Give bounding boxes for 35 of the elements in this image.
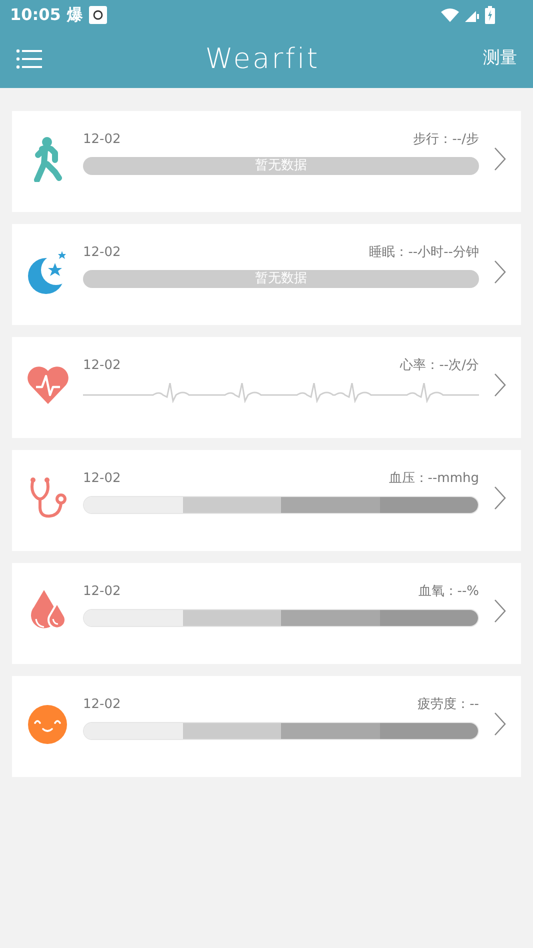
- chevron-right-icon: [494, 147, 506, 171]
- health-card[interactable]: 12-02 疲劳度：--: [12, 676, 521, 777]
- chevron-right-icon: [494, 712, 506, 736]
- stethoscope-icon: [28, 477, 68, 519]
- card-date: 12-02: [83, 470, 121, 488]
- app-notification-icon: [88, 6, 107, 24]
- card-date: 12-02: [83, 357, 121, 376]
- chevron-right-icon: [494, 486, 506, 510]
- wifi-icon: [441, 8, 459, 22]
- chevron-right-icon: [494, 260, 506, 284]
- card-reading: 睡眠：--小时--分钟: [369, 244, 479, 262]
- health-card[interactable]: 12-02 心率：--次/分: [12, 337, 521, 438]
- card-date: 12-02: [83, 583, 121, 602]
- chevron-right-icon: [494, 599, 506, 623]
- status-time: 10:05: [10, 4, 61, 26]
- card-date: 12-02: [83, 131, 121, 150]
- app-title: Wearfit: [205, 41, 320, 77]
- moon-stars-icon: [26, 250, 68, 294]
- status-notification-text: 爆: [66, 4, 83, 26]
- menu-icon[interactable]: [16, 49, 42, 69]
- card-reading: 血压：--mmhg: [388, 470, 479, 488]
- card-reading: 步行：--/步: [413, 131, 479, 150]
- health-card[interactable]: 12-02 血压：--mmhg: [12, 450, 521, 551]
- card-reading: 血氧：--%: [418, 583, 479, 602]
- measure-button[interactable]: 测量: [483, 46, 517, 72]
- chevron-right-icon: [494, 373, 506, 397]
- card-reading: 疲劳度：--: [418, 696, 479, 714]
- heart-pulse-icon: [26, 365, 70, 405]
- card-reading: 心率：--次/分: [400, 357, 479, 376]
- walking-person-icon: [32, 136, 62, 182]
- card-date: 12-02: [83, 244, 121, 262]
- card-date: 12-02: [83, 696, 121, 714]
- smiley-face-icon: [28, 704, 67, 744]
- battery-icon: [485, 6, 495, 24]
- health-card[interactable]: 12-02 血氧：--%: [12, 563, 521, 664]
